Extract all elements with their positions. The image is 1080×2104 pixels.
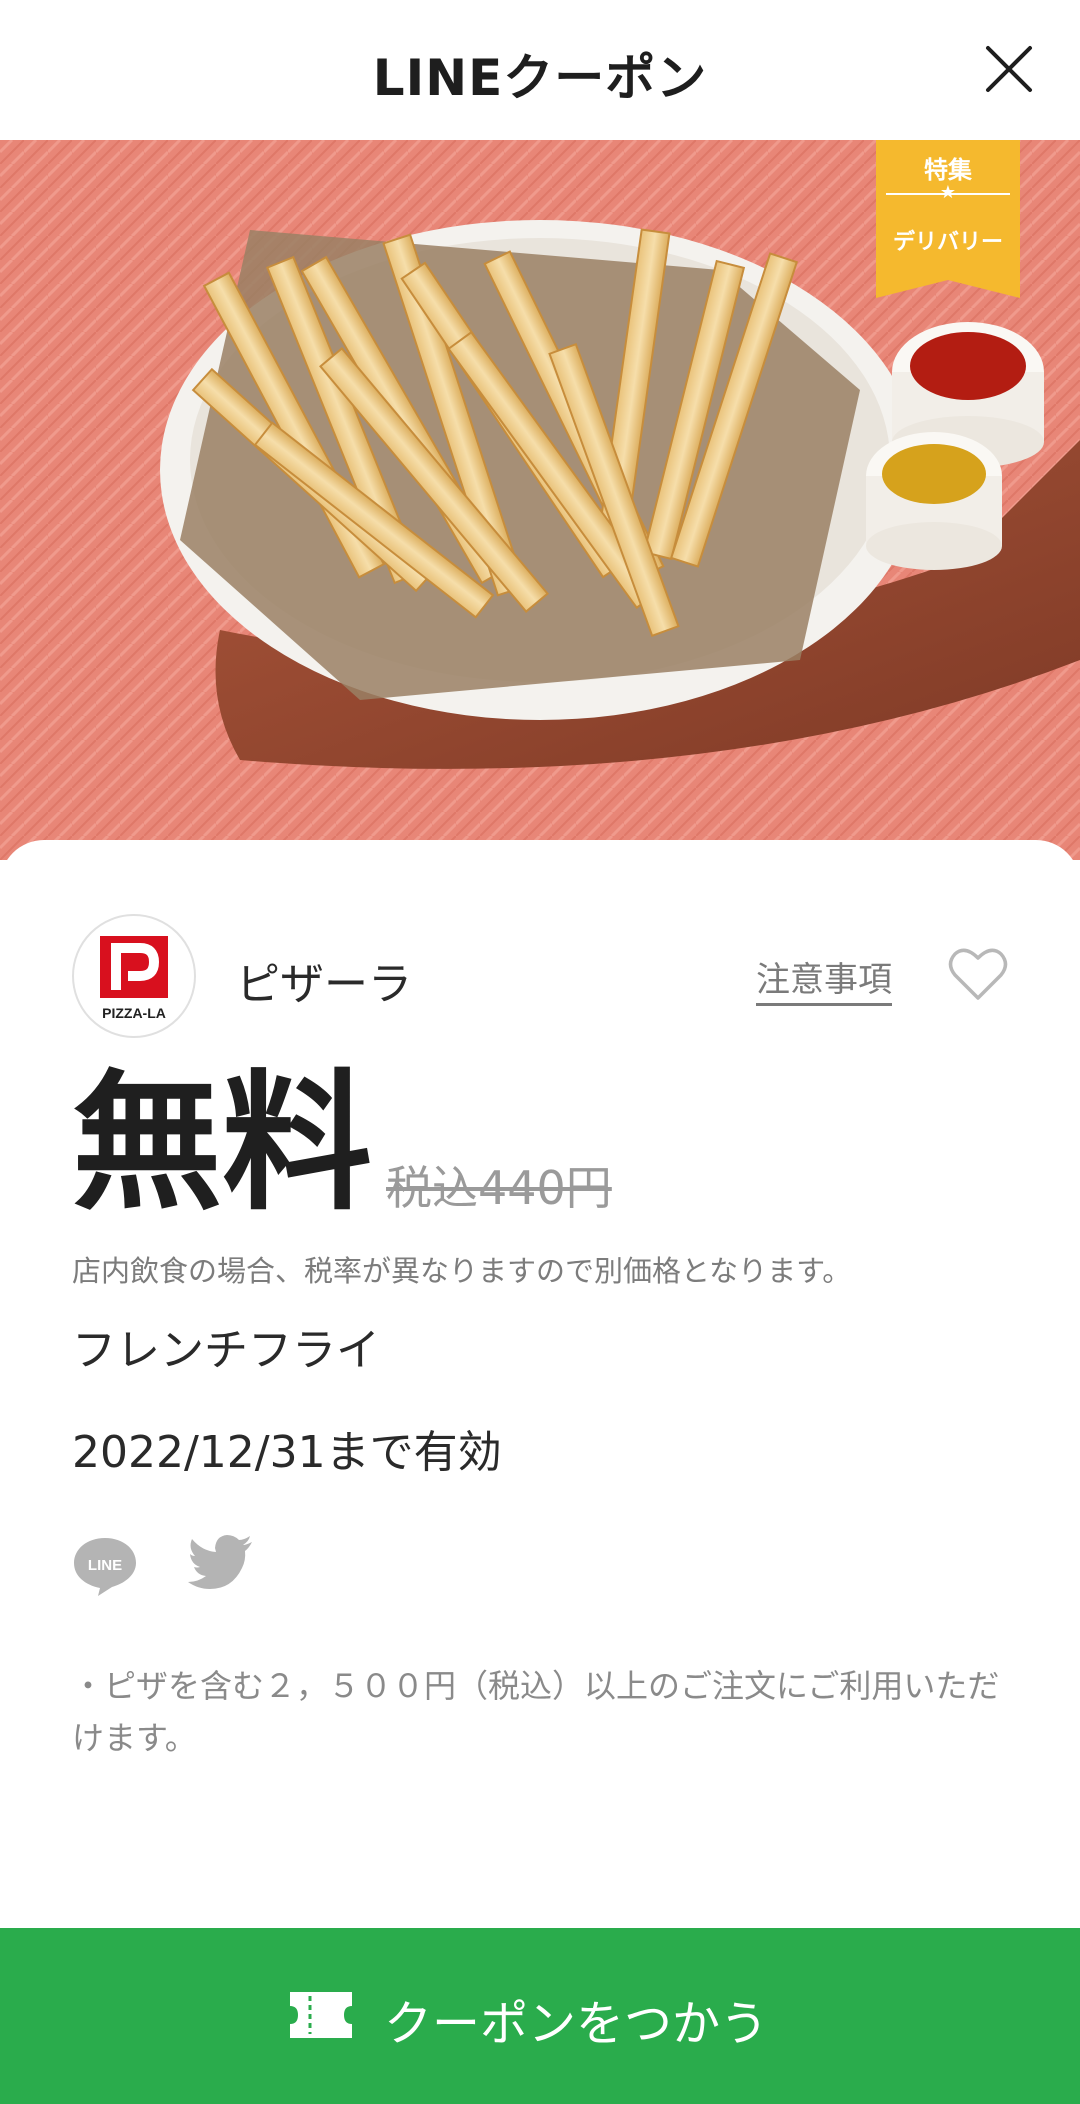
validity-date: 2022/12/31まで有効	[72, 1427, 502, 1478]
ribbon-star-icon: ★	[939, 182, 957, 203]
app-header: LINEクーポン	[0, 0, 1080, 140]
line-icon: LINE	[74, 1538, 136, 1596]
app-title: LINEクーポン	[372, 49, 708, 107]
close-icon	[986, 46, 1032, 92]
original-price: 税込440円	[386, 1161, 612, 1215]
tax-note: 店内飲食の場合、税率が異なりますので別価格となります。	[72, 1254, 852, 1288]
twitter-icon	[188, 1535, 252, 1589]
usage-conditions: ・ピザを含む２，５００円（税込）以上のご注文にご利用いただけます。	[72, 1667, 1000, 1757]
use-coupon-label: クーポンをつかう	[384, 1996, 769, 2052]
use-coupon-button[interactable]: クーポンをつかう	[0, 1928, 1080, 2104]
shop-logo[interactable]: PIZZA-LA	[72, 914, 196, 1038]
coupon-card: PIZZA-LA ピザーラ 注意事項 無料 税込440円 店内飲食の場合、税率が…	[0, 840, 1080, 1930]
favorite-button[interactable]	[948, 946, 1008, 1002]
close-button[interactable]	[982, 42, 1036, 96]
notice-link[interactable]: 注意事項	[756, 952, 892, 1006]
ribbon-label-top: 特集	[924, 156, 972, 184]
pizzala-logo-icon: PIZZA-LA	[100, 936, 168, 1021]
ticket-icon	[290, 1992, 352, 2038]
item-name: フレンチフライ	[72, 1325, 380, 1376]
share-line-button[interactable]: LINE	[72, 1532, 138, 1598]
svg-text:PIZZA-LA: PIZZA-LA	[102, 1005, 166, 1021]
svg-text:LINE: LINE	[88, 1557, 122, 1574]
share-twitter-button[interactable]	[188, 1534, 254, 1594]
feature-ribbon[interactable]: 特集 ★ デリバリー	[876, 140, 1020, 298]
ribbon-label-bottom: デリバリー	[892, 230, 1003, 255]
discount-price: 無料	[72, 1057, 373, 1231]
shop-name[interactable]: ピザーラ	[236, 948, 412, 1012]
heart-icon	[948, 948, 1008, 1000]
